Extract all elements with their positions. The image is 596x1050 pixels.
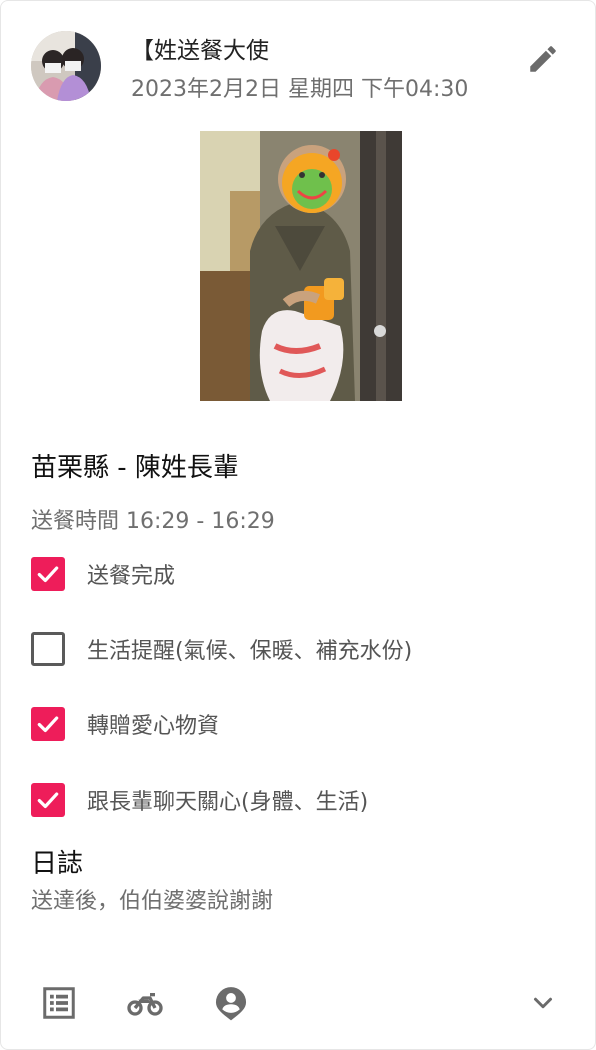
post-datetime: 2023年2月2日 星期四 下午04:30	[131, 77, 469, 102]
log-title: 日誌	[31, 849, 84, 879]
task-label: 轉贈愛心物資	[87, 714, 220, 739]
user-location-icon	[215, 987, 247, 1021]
checkbox[interactable]	[31, 557, 65, 591]
post-header: 【姓送餐大使 2023年2月2日 星期四 下午04:30	[1, 1, 595, 111]
checkbox[interactable]	[31, 707, 65, 741]
delivery-photo[interactable]	[200, 131, 402, 401]
task-item-life-reminder[interactable]: 生活提醒(氣候、保暖、補充水份)	[31, 631, 412, 667]
edit-button[interactable]	[523, 39, 563, 79]
checkmark-icon	[37, 566, 59, 583]
chevron-down-icon	[534, 997, 552, 1009]
expand-button[interactable]	[523, 983, 563, 1023]
task-item-chat-care[interactable]: 跟長輩聊天關心(身體、生活)	[31, 782, 368, 818]
delivery-time-range: 送餐時間 16:29 - 16:29	[31, 509, 275, 534]
task-item-delivery-completed[interactable]: 送餐完成	[31, 556, 175, 592]
task-label: 跟長輩聊天關心(身體、生活)	[87, 790, 369, 815]
checkbox[interactable]	[31, 632, 65, 666]
checkmark-icon	[37, 716, 59, 733]
pencil-icon	[530, 46, 556, 72]
delivery-button[interactable]	[125, 983, 165, 1023]
avatar[interactable]	[31, 31, 101, 101]
list-icon	[43, 987, 75, 1019]
log-text: 送達後，伯伯婆婆說謝謝	[31, 889, 274, 914]
recipient-name: 苗栗縣 - 陳姓長輩	[31, 453, 239, 483]
checkmark-icon	[37, 792, 59, 809]
task-label: 生活提醒(氣候、保暖、補充水份)	[87, 639, 413, 664]
checkbox[interactable]	[31, 783, 65, 817]
list-button[interactable]	[39, 983, 79, 1023]
author-name: 【姓送餐大使	[131, 38, 269, 64]
post-card: 【姓送餐大使 2023年2月2日 星期四 下午04:30 苗栗縣 - 陳姓長輩 …	[0, 0, 596, 1050]
user-location-button[interactable]	[211, 983, 251, 1023]
task-label: 送餐完成	[87, 564, 176, 589]
task-item-donate-supplies[interactable]: 轉贈愛心物資	[31, 706, 219, 742]
motorcycle-icon	[127, 993, 163, 1016]
